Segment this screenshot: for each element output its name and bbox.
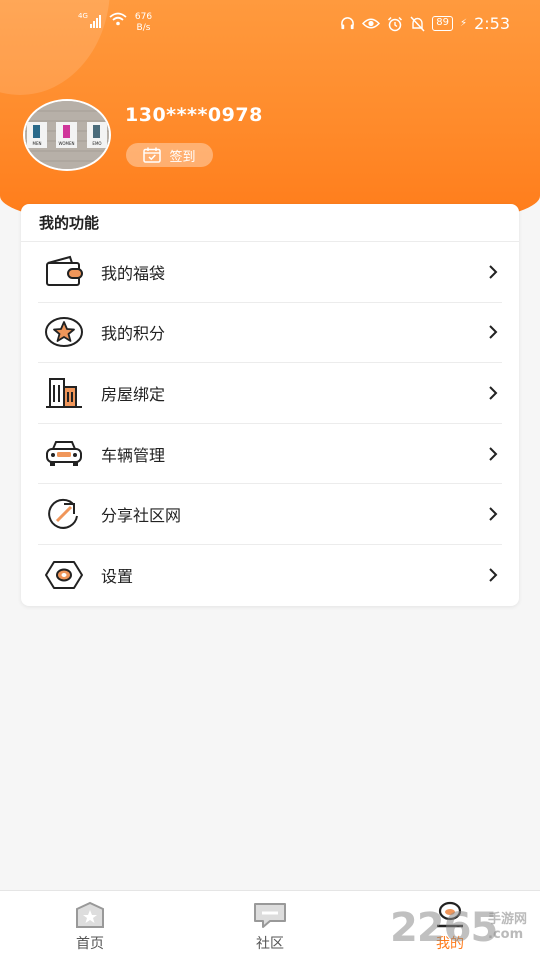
battery-indicator: 89	[432, 16, 454, 31]
network-label: 4G	[78, 12, 88, 20]
community-icon	[254, 903, 286, 928]
car-icon	[42, 434, 86, 474]
menu-item-points[interactable]: 我的积分	[38, 303, 502, 364]
tab-community[interactable]: 社区	[210, 891, 330, 960]
share-icon	[42, 494, 86, 534]
wifi-icon	[109, 12, 127, 26]
chevron-right-icon	[489, 386, 498, 400]
svg-text:EMO: EMO	[92, 141, 101, 146]
menu-item-share[interactable]: 分享社区网	[38, 484, 502, 545]
watermark-logo: 2265	[390, 905, 498, 951]
settings-icon	[42, 555, 86, 595]
charging-icon: ⚡	[460, 18, 468, 29]
svg-text:WOMEN: WOMEN	[58, 141, 74, 146]
mute-bell-icon	[410, 15, 425, 32]
menu-item-vehicle[interactable]: 车辆管理	[38, 424, 502, 485]
chevron-right-icon	[489, 265, 498, 279]
checkin-button[interactable]: 签到	[126, 143, 213, 167]
calendar-check-icon	[143, 147, 162, 163]
menu-item-house-binding[interactable]: 房屋绑定	[38, 363, 502, 424]
tab-label: 首页	[76, 936, 104, 952]
tab-home[interactable]: 首页	[30, 891, 150, 960]
menu-item-label: 我的积分	[101, 324, 166, 344]
menu-item-settings[interactable]: 设置	[38, 545, 502, 606]
chevron-right-icon	[489, 325, 498, 340]
card-title: 我的功能	[21, 204, 519, 242]
menu-item-lucky-bag[interactable]: 我的福袋	[38, 242, 502, 303]
chevron-right-icon	[489, 507, 498, 521]
chevron-right-icon	[489, 568, 498, 582]
alarm-icon	[388, 16, 403, 31]
status-bar: 4G 676 B/s 89 ⚡ 2:53	[0, 0, 540, 50]
avatar-image: MEN WOMEN EMO	[25, 101, 109, 169]
chevron-right-icon	[489, 446, 498, 461]
svg-text:MEN: MEN	[33, 141, 42, 146]
menu-item-label: 我的福袋	[101, 263, 166, 283]
avatar[interactable]: MEN WOMEN EMO	[23, 99, 111, 171]
my-functions-card: 我的功能 我的福袋 我的积分 房屋绑定 车辆管理 分享社区网 设置	[21, 204, 519, 606]
tab-label: 社区	[256, 936, 284, 952]
watermark-text: 手游网 .com	[488, 912, 528, 942]
user-phone: 130****0978	[125, 104, 263, 126]
network-speed: 676 B/s	[134, 12, 153, 33]
checkin-label: 签到	[169, 149, 196, 165]
building-icon	[42, 373, 86, 413]
menu-item-label: 车辆管理	[101, 445, 166, 465]
star-points-icon	[42, 312, 86, 352]
menu-item-label: 设置	[101, 567, 134, 587]
home-icon	[76, 901, 104, 928]
menu-item-label: 分享社区网	[101, 506, 182, 526]
signal-icon: 4G	[78, 12, 101, 28]
clock: 2:53	[474, 14, 510, 33]
wallet-icon	[42, 252, 86, 292]
headset-icon	[341, 17, 355, 30]
menu-item-label: 房屋绑定	[101, 384, 166, 404]
eye-icon	[362, 18, 381, 29]
